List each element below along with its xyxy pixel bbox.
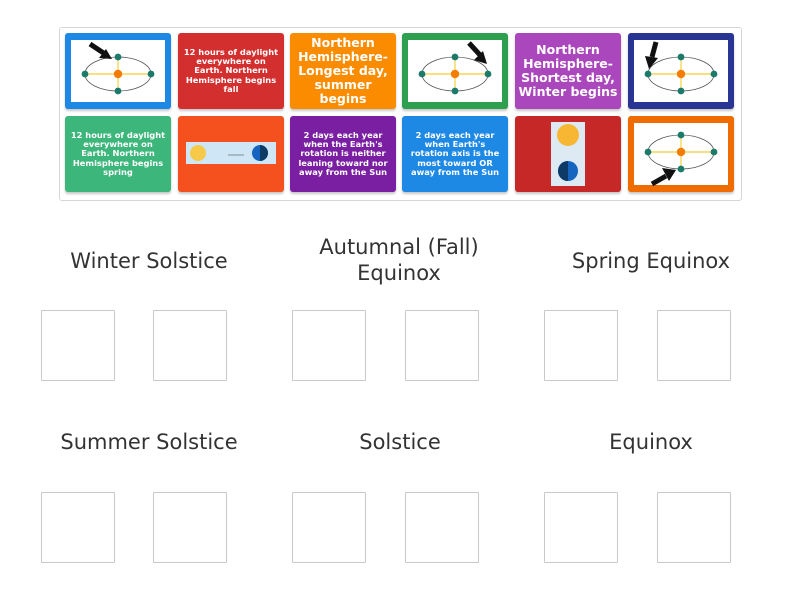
card-sun-earth-image-1[interactable] bbox=[178, 116, 284, 192]
category-label-summer-solstice: Summer Solstice bbox=[60, 430, 238, 454]
sun-earth-vertical-icon bbox=[551, 122, 585, 186]
category-label-equinox: Equinox bbox=[609, 430, 693, 454]
orbit-diagram-icon bbox=[644, 131, 718, 187]
card-text: 2 days each year when the Earth's rotati… bbox=[298, 129, 388, 177]
card-text: 12 hours of daylight everywhere on Earth… bbox=[183, 46, 279, 94]
card-longest-day[interactable]: Northern Hemisphere-Longest day, summer … bbox=[290, 33, 396, 109]
drop-slot-summer-solstice-2[interactable] bbox=[153, 492, 227, 563]
drop-slot-winter-solstice-1[interactable] bbox=[41, 310, 115, 381]
card-text: 2 days each year when Earth's rotation a… bbox=[410, 129, 500, 177]
category-label-solstice: Solstice bbox=[359, 430, 441, 454]
orbit-diagram-icon bbox=[644, 41, 718, 95]
category-label-autumnal-equinox: Autumnal (Fall) Equinox bbox=[319, 235, 479, 285]
card-equinox-definition[interactable]: 2 days each year when the Earth's rotati… bbox=[290, 116, 396, 192]
category-label-spring-equinox: Spring Equinox bbox=[571, 249, 731, 273]
card-orbit-diagram-1[interactable] bbox=[65, 33, 171, 109]
drop-slot-equinox-2[interactable] bbox=[657, 492, 731, 563]
card-orbit-diagram-3[interactable] bbox=[628, 33, 734, 109]
drop-slot-spring-equinox-2[interactable] bbox=[657, 310, 731, 381]
orbit-diagram-icon bbox=[418, 41, 492, 95]
card-orbit-diagram-2[interactable] bbox=[402, 33, 508, 109]
drop-slot-equinox-1[interactable] bbox=[544, 492, 618, 563]
card-text: 12 hours of daylight everywhere on Earth… bbox=[70, 129, 166, 177]
card-text: Northern Hemisphere-Shortest day, Winter… bbox=[518, 42, 618, 99]
card-fall-begins[interactable]: 12 hours of daylight everywhere on Earth… bbox=[178, 33, 284, 109]
drop-slot-solstice-2[interactable] bbox=[405, 492, 479, 563]
card-solstice-definition[interactable]: 2 days each year when Earth's rotation a… bbox=[402, 116, 508, 192]
drop-slot-solstice-1[interactable] bbox=[292, 492, 366, 563]
card-text: Northern Hemisphere-Longest day, summer … bbox=[298, 35, 388, 106]
card-sun-earth-image-2[interactable] bbox=[515, 116, 621, 192]
card-spring-begins[interactable]: 12 hours of daylight everywhere on Earth… bbox=[65, 116, 171, 192]
drop-slot-winter-solstice-2[interactable] bbox=[153, 310, 227, 381]
sun-earth-diagram-icon bbox=[186, 142, 276, 164]
card-orbit-diagram-4[interactable] bbox=[628, 116, 734, 192]
drop-slot-summer-solstice-1[interactable] bbox=[41, 492, 115, 563]
card-shortest-day[interactable]: Northern Hemisphere-Shortest day, Winter… bbox=[515, 33, 621, 109]
orbit-diagram-icon bbox=[81, 41, 155, 95]
drop-slot-autumnal-equinox-1[interactable] bbox=[292, 310, 366, 381]
drop-slot-autumnal-equinox-2[interactable] bbox=[405, 310, 479, 381]
category-label-winter-solstice: Winter Solstice bbox=[70, 249, 228, 273]
drop-slot-spring-equinox-1[interactable] bbox=[544, 310, 618, 381]
